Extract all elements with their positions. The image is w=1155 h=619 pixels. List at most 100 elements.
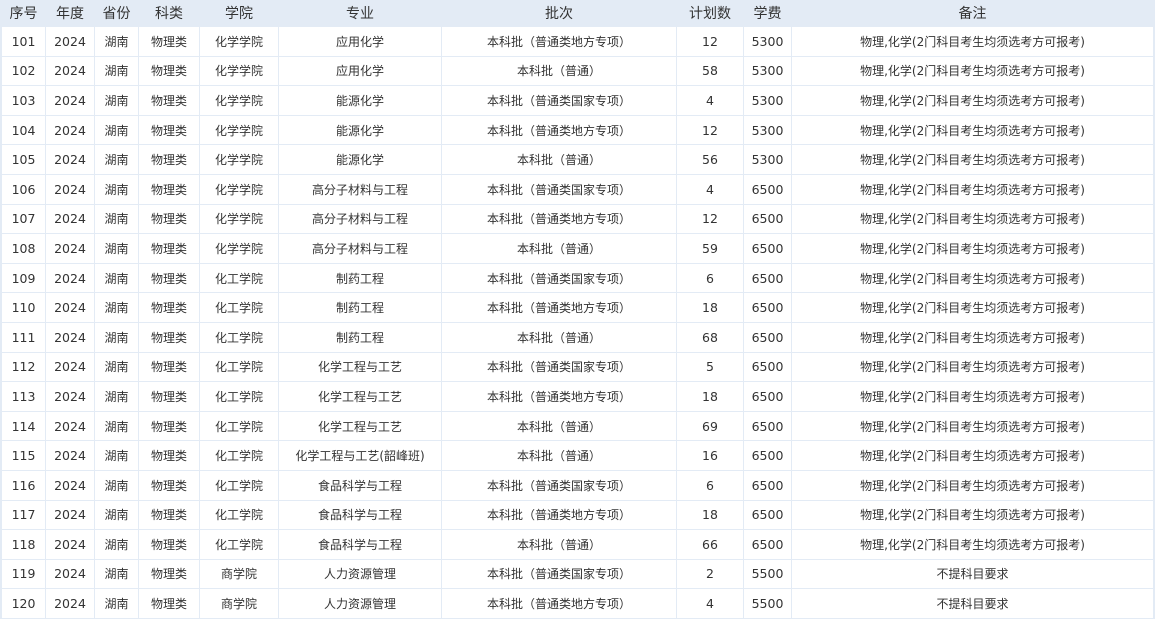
batch-cell: 本科批（普通类地方专项） — [442, 27, 677, 57]
column-header-year[interactable]: 年度 — [46, 0, 95, 27]
college-cell: 商学院 — [200, 559, 279, 590]
plan-count-cell: 68 — [677, 322, 744, 353]
table-row[interactable]: 103 2024 湖南 物理类 化学学院 能源化学 本科批（普通类国家专项） 4 5300 物理,… — [2, 86, 1154, 116]
major-cell: 能源化学 — [279, 145, 442, 175]
tuition-cell: 6500 — [744, 263, 792, 294]
table-row[interactable]: 119 2024 湖南 物理类 商学院 人力资源管理 本科批（普通类国家专项） 2 5500 不提… — [2, 559, 1154, 590]
table-row[interactable]: 120 2024 湖南 物理类 商学院 人力资源管理 本科批（普通类地方专项） 4 5500 不提… — [2, 589, 1154, 619]
column-header-subject-category[interactable]: 科类 — [139, 0, 200, 27]
column-header-province[interactable]: 省份 — [95, 0, 139, 27]
column-header-plan-count[interactable]: 计划数 — [677, 0, 744, 27]
college-cell: 化学学院 — [200, 86, 279, 116]
year-cell: 2024 — [46, 589, 95, 619]
batch-cell: 本科批（普通） — [442, 145, 677, 175]
tuition-cell: 5300 — [744, 115, 792, 146]
table-row[interactable]: 115 2024 湖南 物理类 化工学院 化学工程与工艺(韶峰班) 本科批（普通） 16 650… — [2, 441, 1154, 471]
year-cell: 2024 — [46, 322, 95, 353]
province-cell: 湖南 — [95, 204, 139, 235]
batch-cell: 本科批（普通类地方专项） — [442, 115, 677, 146]
college-cell: 化学学院 — [200, 145, 279, 175]
table-row[interactable]: 102 2024 湖南 物理类 化学学院 应用化学 本科批（普通） 58 5300 物理,化学(2… — [2, 56, 1154, 87]
column-header-tuition[interactable]: 学费 — [744, 0, 792, 27]
college-cell: 化学学院 — [200, 115, 279, 146]
major-cell: 能源化学 — [279, 86, 442, 116]
serial-number-cell: 104 — [2, 115, 46, 146]
remarks-cell: 物理,化学(2门科目考生均须选考方可报考) — [792, 56, 1154, 87]
remarks-cell: 不提科目要求 — [792, 559, 1154, 590]
remarks-cell: 物理,化学(2门科目考生均须选考方可报考) — [792, 263, 1154, 294]
tuition-cell: 6500 — [744, 322, 792, 353]
plan-count-cell: 12 — [677, 204, 744, 235]
college-cell: 化学学院 — [200, 56, 279, 87]
year-cell: 2024 — [46, 263, 95, 294]
tuition-cell: 5300 — [744, 86, 792, 116]
major-cell: 化学工程与工艺(韶峰班) — [279, 441, 442, 471]
tuition-cell: 6500 — [744, 382, 792, 412]
table-row[interactable]: 114 2024 湖南 物理类 化工学院 化学工程与工艺 本科批（普通） 69 6500 物理,化… — [2, 411, 1154, 442]
tuition-cell: 6500 — [744, 204, 792, 235]
serial-number-cell: 114 — [2, 411, 46, 442]
plan-count-cell: 12 — [677, 27, 744, 57]
table-row[interactable]: 101 2024 湖南 物理类 化学学院 应用化学 本科批（普通类地方专项） 12 5300 物理… — [2, 27, 1154, 57]
serial-number-cell: 108 — [2, 234, 46, 264]
serial-number-cell: 101 — [2, 27, 46, 57]
tuition-cell: 6500 — [744, 500, 792, 531]
province-cell: 湖南 — [95, 86, 139, 116]
table-row[interactable]: 105 2024 湖南 物理类 化学学院 能源化学 本科批（普通） 56 5300 物理,化学(2… — [2, 145, 1154, 175]
subject-category-cell: 物理类 — [139, 204, 200, 235]
year-cell: 2024 — [46, 530, 95, 560]
table-row[interactable]: 106 2024 湖南 物理类 化学学院 高分子材料与工程 本科批（普通类国家专项） 4 650… — [2, 174, 1154, 205]
major-cell: 食品科学与工程 — [279, 470, 442, 501]
column-header-batch[interactable]: 批次 — [442, 0, 677, 27]
remarks-cell: 物理,化学(2门科目考生均须选考方可报考) — [792, 145, 1154, 175]
table-row[interactable]: 107 2024 湖南 物理类 化学学院 高分子材料与工程 本科批（普通类地方专项） 12 65… — [2, 204, 1154, 235]
plan-count-cell: 2 — [677, 559, 744, 590]
table-row[interactable]: 118 2024 湖南 物理类 化工学院 食品科学与工程 本科批（普通） 66 6500 物理,化… — [2, 530, 1154, 560]
column-header-major[interactable]: 专业 — [279, 0, 442, 27]
tuition-cell: 5300 — [744, 27, 792, 57]
table-row[interactable]: 112 2024 湖南 物理类 化工学院 化学工程与工艺 本科批（普通类国家专项） 5 6500… — [2, 352, 1154, 383]
subject-category-cell: 物理类 — [139, 382, 200, 412]
batch-cell: 本科批（普通类地方专项） — [442, 293, 677, 323]
province-cell: 湖南 — [95, 470, 139, 501]
college-cell: 化工学院 — [200, 470, 279, 501]
table-row[interactable]: 117 2024 湖南 物理类 化工学院 食品科学与工程 本科批（普通类地方专项） 18 650… — [2, 500, 1154, 531]
year-cell: 2024 — [46, 145, 95, 175]
batch-cell: 本科批（普通类国家专项） — [442, 174, 677, 205]
year-cell: 2024 — [46, 500, 95, 531]
tuition-cell: 6500 — [744, 530, 792, 560]
table-row[interactable]: 110 2024 湖南 物理类 化工学院 制药工程 本科批（普通类地方专项） 18 6500 物理… — [2, 293, 1154, 323]
serial-number-cell: 120 — [2, 589, 46, 619]
college-cell: 化工学院 — [200, 352, 279, 383]
province-cell: 湖南 — [95, 559, 139, 590]
column-header-college[interactable]: 学院 — [200, 0, 279, 27]
plan-count-cell: 16 — [677, 441, 744, 471]
table-row[interactable]: 113 2024 湖南 物理类 化工学院 化学工程与工艺 本科批（普通类地方专项） 18 650… — [2, 382, 1154, 412]
remarks-cell: 物理,化学(2门科目考生均须选考方可报考) — [792, 322, 1154, 353]
remarks-cell: 物理,化学(2门科目考生均须选考方可报考) — [792, 530, 1154, 560]
serial-number-cell: 116 — [2, 470, 46, 501]
batch-cell: 本科批（普通） — [442, 441, 677, 471]
table-row[interactable]: 116 2024 湖南 物理类 化工学院 食品科学与工程 本科批（普通类国家专项） 6 6500… — [2, 470, 1154, 501]
province-cell: 湖南 — [95, 56, 139, 87]
table-row[interactable]: 109 2024 湖南 物理类 化工学院 制药工程 本科批（普通类国家专项） 6 6500 物理,… — [2, 263, 1154, 294]
table-row[interactable]: 108 2024 湖南 物理类 化学学院 高分子材料与工程 本科批（普通） 59 6500 物理,… — [2, 234, 1154, 264]
remarks-cell: 物理,化学(2门科目考生均须选考方可报考) — [792, 441, 1154, 471]
batch-cell: 本科批（普通类国家专项） — [442, 559, 677, 590]
province-cell: 湖南 — [95, 145, 139, 175]
batch-cell: 本科批（普通类地方专项） — [442, 589, 677, 619]
college-cell: 化学学院 — [200, 204, 279, 235]
college-cell: 化工学院 — [200, 530, 279, 560]
table-row[interactable]: 104 2024 湖南 物理类 化学学院 能源化学 本科批（普通类地方专项） 12 5300 物理… — [2, 115, 1154, 146]
plan-count-cell: 12 — [677, 115, 744, 146]
serial-number-cell: 107 — [2, 204, 46, 235]
table-row[interactable]: 111 2024 湖南 物理类 化工学院 制药工程 本科批（普通） 68 6500 物理,化学(2… — [2, 322, 1154, 353]
plan-count-cell: 18 — [677, 293, 744, 323]
major-cell: 应用化学 — [279, 56, 442, 87]
year-cell: 2024 — [46, 56, 95, 87]
batch-cell: 本科批（普通类国家专项） — [442, 263, 677, 294]
plan-count-cell: 58 — [677, 56, 744, 87]
column-header-remarks[interactable]: 备注 — [792, 0, 1154, 27]
column-header-serial-number[interactable]: 序号 — [2, 0, 46, 27]
tuition-cell: 6500 — [744, 470, 792, 501]
